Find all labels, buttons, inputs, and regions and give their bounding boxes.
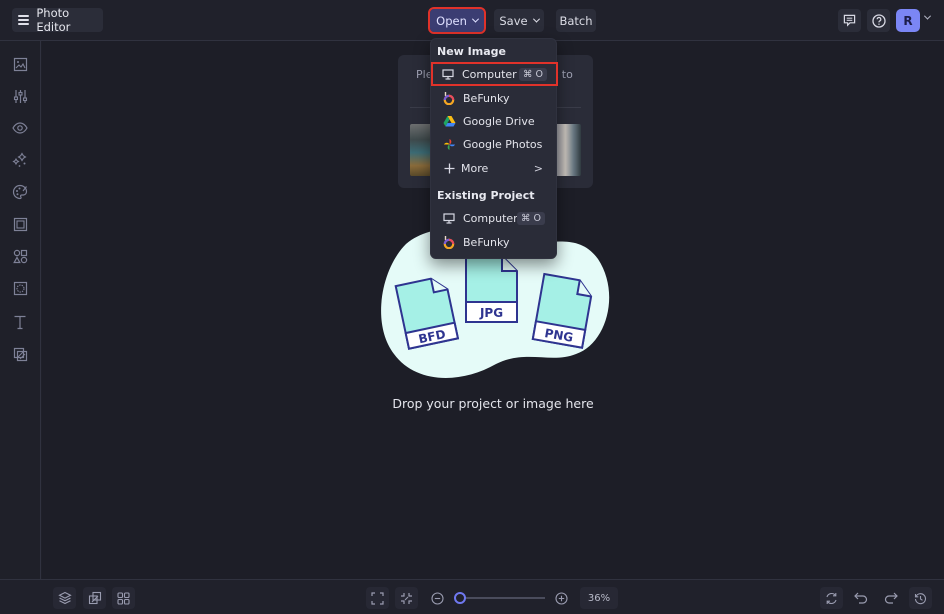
batch-label: Batch bbox=[559, 13, 593, 28]
menu-item-label: Computer bbox=[462, 67, 517, 81]
help-button[interactable] bbox=[867, 9, 890, 32]
keyboard-shortcut: ⌘ O bbox=[519, 67, 547, 81]
befunky-icon bbox=[442, 235, 456, 249]
chevron-down-icon bbox=[471, 15, 479, 23]
expand-icon bbox=[371, 591, 384, 605]
open-dropdown-menu: New Image Computer ⌘ O BeFunky Google Dr… bbox=[430, 38, 558, 259]
zoom-slider-handle[interactable] bbox=[453, 592, 466, 604]
open-button[interactable]: Open bbox=[428, 7, 486, 34]
sidebar-item-edit[interactable] bbox=[11, 87, 29, 105]
user-avatar[interactable]: R bbox=[896, 9, 920, 32]
monitor-icon bbox=[441, 67, 455, 81]
jpg-label: JPG bbox=[479, 306, 503, 320]
sample-image-thumbnail[interactable] bbox=[555, 124, 581, 176]
dropzone-message: Drop your project or image here bbox=[392, 396, 594, 411]
grid-view-button[interactable] bbox=[112, 587, 135, 609]
menu-item-new-image-computer[interactable]: Computer ⌘ O bbox=[431, 62, 558, 86]
sliders-icon bbox=[13, 89, 27, 103]
undo-icon bbox=[854, 592, 868, 604]
app-menu-button[interactable]: Photo Editor bbox=[12, 6, 103, 34]
layers-button[interactable] bbox=[53, 587, 76, 609]
google-photos-icon bbox=[442, 137, 456, 151]
jpg-file-icon: JPG bbox=[465, 255, 518, 323]
sidebar-item-frames[interactable] bbox=[11, 215, 29, 233]
eye-icon bbox=[12, 122, 28, 134]
zoom-slider[interactable] bbox=[453, 592, 545, 604]
frame-icon bbox=[13, 217, 27, 231]
menu-item-google-photos[interactable]: Google Photos bbox=[433, 133, 555, 155]
plus-icon bbox=[442, 161, 456, 175]
keyboard-shortcut: ⌘ O bbox=[517, 211, 545, 225]
texture-icon bbox=[13, 347, 27, 361]
chevron-right-icon: > bbox=[533, 161, 543, 175]
history-button[interactable] bbox=[909, 587, 932, 609]
actual-size-button[interactable] bbox=[395, 587, 418, 609]
tool-sidebar bbox=[0, 41, 41, 579]
existing-project-heading: Existing Project bbox=[437, 189, 535, 202]
overlay-icon bbox=[13, 281, 27, 295]
shapes-icon bbox=[12, 249, 27, 263]
text-icon bbox=[14, 315, 26, 329]
fit-to-screen-button[interactable] bbox=[366, 587, 389, 609]
sidebar-item-graphics[interactable] bbox=[11, 247, 29, 265]
layers-icon bbox=[57, 591, 72, 605]
menu-item-label: More bbox=[461, 161, 489, 175]
refresh-icon bbox=[826, 592, 837, 604]
zoom-out-button[interactable] bbox=[426, 587, 448, 609]
comment-icon bbox=[843, 14, 856, 27]
befunky-icon bbox=[442, 91, 456, 105]
new-image-heading: New Image bbox=[437, 45, 506, 58]
feedback-button[interactable] bbox=[838, 9, 861, 32]
menu-item-more[interactable]: More > bbox=[433, 157, 555, 179]
redo-button[interactable] bbox=[880, 587, 902, 609]
menu-item-label: BeFunky bbox=[463, 235, 510, 249]
sidebar-item-touch-up[interactable] bbox=[11, 119, 29, 137]
sidebar-item-text[interactable] bbox=[11, 313, 29, 331]
help-icon bbox=[871, 13, 886, 28]
sidebar-item-image-manager[interactable] bbox=[11, 55, 29, 73]
sidebar-item-overlays[interactable] bbox=[11, 279, 29, 297]
plus-circle-icon bbox=[554, 591, 568, 605]
bfd-file-icon: BFD bbox=[394, 277, 460, 350]
menu-item-new-image-befunky[interactable]: BeFunky bbox=[433, 87, 555, 109]
chevron-down-icon bbox=[532, 15, 540, 23]
minus-circle-icon bbox=[430, 591, 444, 605]
redo-icon bbox=[884, 592, 898, 604]
top-bar: Photo Editor Open Save Batch R bbox=[0, 0, 944, 41]
image-icon bbox=[13, 57, 27, 71]
compare-button[interactable] bbox=[83, 587, 106, 609]
palette-icon bbox=[12, 184, 28, 200]
hamburger-icon bbox=[18, 15, 30, 25]
zoom-percentage[interactable]: 36% bbox=[580, 587, 618, 609]
menu-item-label: Computer bbox=[463, 211, 518, 225]
open-label: Open bbox=[436, 13, 467, 28]
compare-icon bbox=[88, 591, 101, 605]
menu-item-existing-computer[interactable]: Computer ⌘ O bbox=[433, 207, 555, 229]
monitor-icon bbox=[442, 211, 456, 225]
save-button[interactable]: Save bbox=[494, 9, 544, 32]
menu-item-label: BeFunky bbox=[463, 91, 510, 105]
bottom-toolbar: 36% bbox=[0, 579, 944, 614]
undo-button[interactable] bbox=[850, 587, 872, 609]
zoom-in-button[interactable] bbox=[550, 587, 572, 609]
shrink-icon bbox=[401, 592, 412, 604]
history-icon bbox=[914, 592, 926, 604]
menu-item-google-drive[interactable]: Google Drive bbox=[433, 110, 555, 132]
sidebar-item-effects[interactable] bbox=[11, 151, 29, 169]
menu-item-label: Google Photos bbox=[463, 137, 543, 151]
reset-button[interactable] bbox=[820, 587, 843, 609]
sparkles-icon bbox=[12, 152, 27, 167]
account-chevron-icon[interactable] bbox=[923, 12, 932, 20]
app-title: Photo Editor bbox=[36, 6, 71, 34]
sidebar-item-artsy[interactable] bbox=[11, 183, 29, 201]
grid-icon bbox=[117, 591, 130, 605]
batch-button[interactable]: Batch bbox=[556, 9, 596, 32]
png-file-icon: PNG bbox=[531, 272, 593, 349]
menu-item-label: Google Drive bbox=[463, 114, 535, 128]
google-drive-icon bbox=[442, 114, 456, 128]
sidebar-item-textures[interactable] bbox=[11, 345, 29, 363]
save-label: Save bbox=[499, 13, 528, 28]
menu-item-existing-befunky[interactable]: BeFunky bbox=[433, 231, 555, 253]
